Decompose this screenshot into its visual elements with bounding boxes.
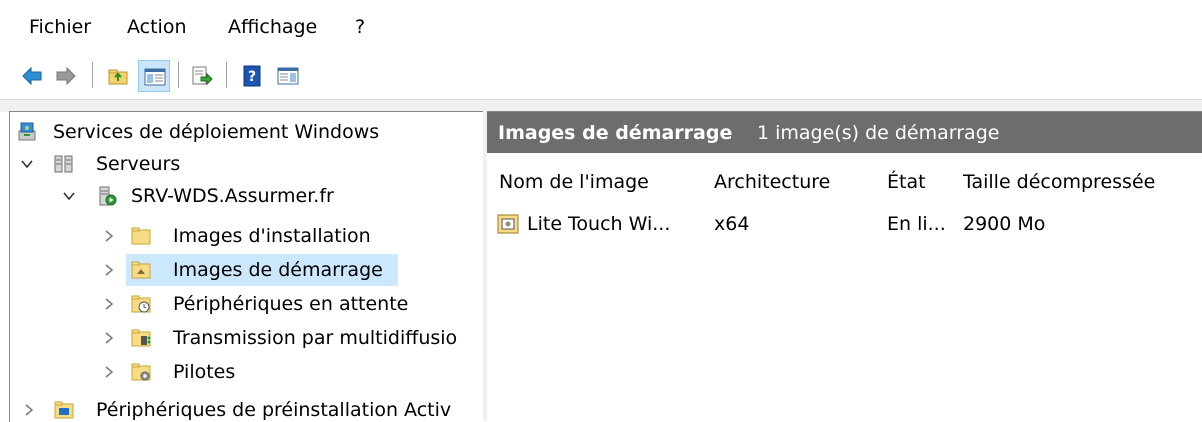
help-button[interactable]: ? [236,60,268,92]
result-subtitle: 1 image(s) de démarrage [757,122,1000,144]
servers-icon [54,155,73,173]
chevron-right-icon[interactable] [102,365,116,379]
menu-affichage[interactable]: Affichage [228,14,317,40]
tree-item-label: Périphériques en attente [173,293,409,315]
chevron-down-icon[interactable] [62,189,76,203]
tree-item-prestaged-devices[interactable]: Périphériques de préinstallation Activ [10,394,484,422]
boot-images-folder-icon [131,261,151,279]
tree-item-label: Images d'installation [173,225,371,247]
up-folder-icon [108,69,128,85]
tree-item-server-srv-wds[interactable]: SRV-WDS.Assurmer.fr [10,180,484,212]
row-architecture: x64 [714,213,750,235]
tree-item-label: Périphériques de préinstallation Activ [96,399,452,421]
prestaged-devices-icon [54,401,74,419]
tree-item-wds-root[interactable]: Services de déploiement Windows [10,116,484,148]
tree-item-multicast[interactable]: Transmission par multidiffusio [10,322,484,354]
forward-arrow-icon [56,66,76,86]
help-icon: ? [243,65,261,87]
toolbar-separator [92,62,93,88]
show-hide-action-pane-button[interactable] [272,60,304,92]
row-state: En li... [887,213,946,235]
chevron-down-icon[interactable] [20,157,34,171]
up-one-level-button[interactable] [102,60,134,92]
tree-item-label: SRV-WDS.Assurmer.fr [131,185,334,207]
svg-text:?: ? [248,69,256,85]
chevron-right-icon[interactable] [102,331,116,345]
toolbar-separator [178,62,179,88]
tree-item-label: Images de démarrage [173,259,383,281]
tree-item-servers[interactable]: Serveurs [10,148,484,180]
result-title: Images de démarrage [498,122,733,144]
row-image-name[interactable]: Lite Touch Wi... [527,211,670,237]
export-list-icon [192,66,213,86]
column-header-uncompressed-size[interactable]: Taille décompressée [963,169,1155,195]
wds-icon [18,122,36,141]
menu-bar: Fichier Action Affichage ? [0,0,1202,52]
pending-devices-icon [131,295,151,313]
server-icon [99,186,117,206]
drivers-icon [131,363,151,381]
chevron-right-icon[interactable] [102,263,116,277]
chevron-right-icon[interactable] [102,297,116,311]
tree-item-install-images[interactable]: Images d'installation [10,220,484,252]
back-arrow-icon [22,66,42,86]
forward-button[interactable] [50,60,82,92]
show-hide-action-pane-icon [277,67,299,85]
chevron-right-icon[interactable] [22,403,36,417]
menu-fichier[interactable]: Fichier [29,14,91,40]
menu-action[interactable]: Action [127,14,187,40]
result-header: Images de démarrage 1 image(s) de démarr… [487,112,1202,153]
menu-help[interactable]: ? [355,14,365,40]
back-button[interactable] [16,60,48,92]
export-list-button[interactable] [186,60,218,92]
row-size: 2900 Mo [963,213,1046,235]
tree-item-drivers[interactable]: Pilotes [10,356,484,388]
console-tree: Services de déploiement Windows Serveurs [9,111,484,422]
tree-item-label: Transmission par multidiffusio [173,327,458,349]
multicast-icon [131,329,151,347]
column-header-image-name[interactable]: Nom de l'image [499,169,649,195]
show-hide-console-tree-icon [144,68,166,86]
folder-icon [131,227,151,245]
chevron-right-icon[interactable] [102,229,116,243]
result-pane: Images de démarrage 1 image(s) de démarr… [487,111,1202,422]
tree-item-label: Services de déploiement Windows [53,121,380,143]
toolbar-separator [226,62,227,88]
column-header-architecture[interactable]: Architecture [714,169,830,195]
show-hide-console-tree-button[interactable] [138,60,170,92]
tree-item-label: Serveurs [96,153,181,175]
tree-item-pending-devices[interactable]: Périphériques en attente [10,288,484,320]
column-header-state[interactable]: État [887,169,926,195]
toolbar: ? [0,52,1202,98]
tree-item-label: Pilotes [173,361,236,383]
boot-image-icon [497,214,519,234]
tree-item-boot-images[interactable]: Images de démarrage [10,254,484,286]
